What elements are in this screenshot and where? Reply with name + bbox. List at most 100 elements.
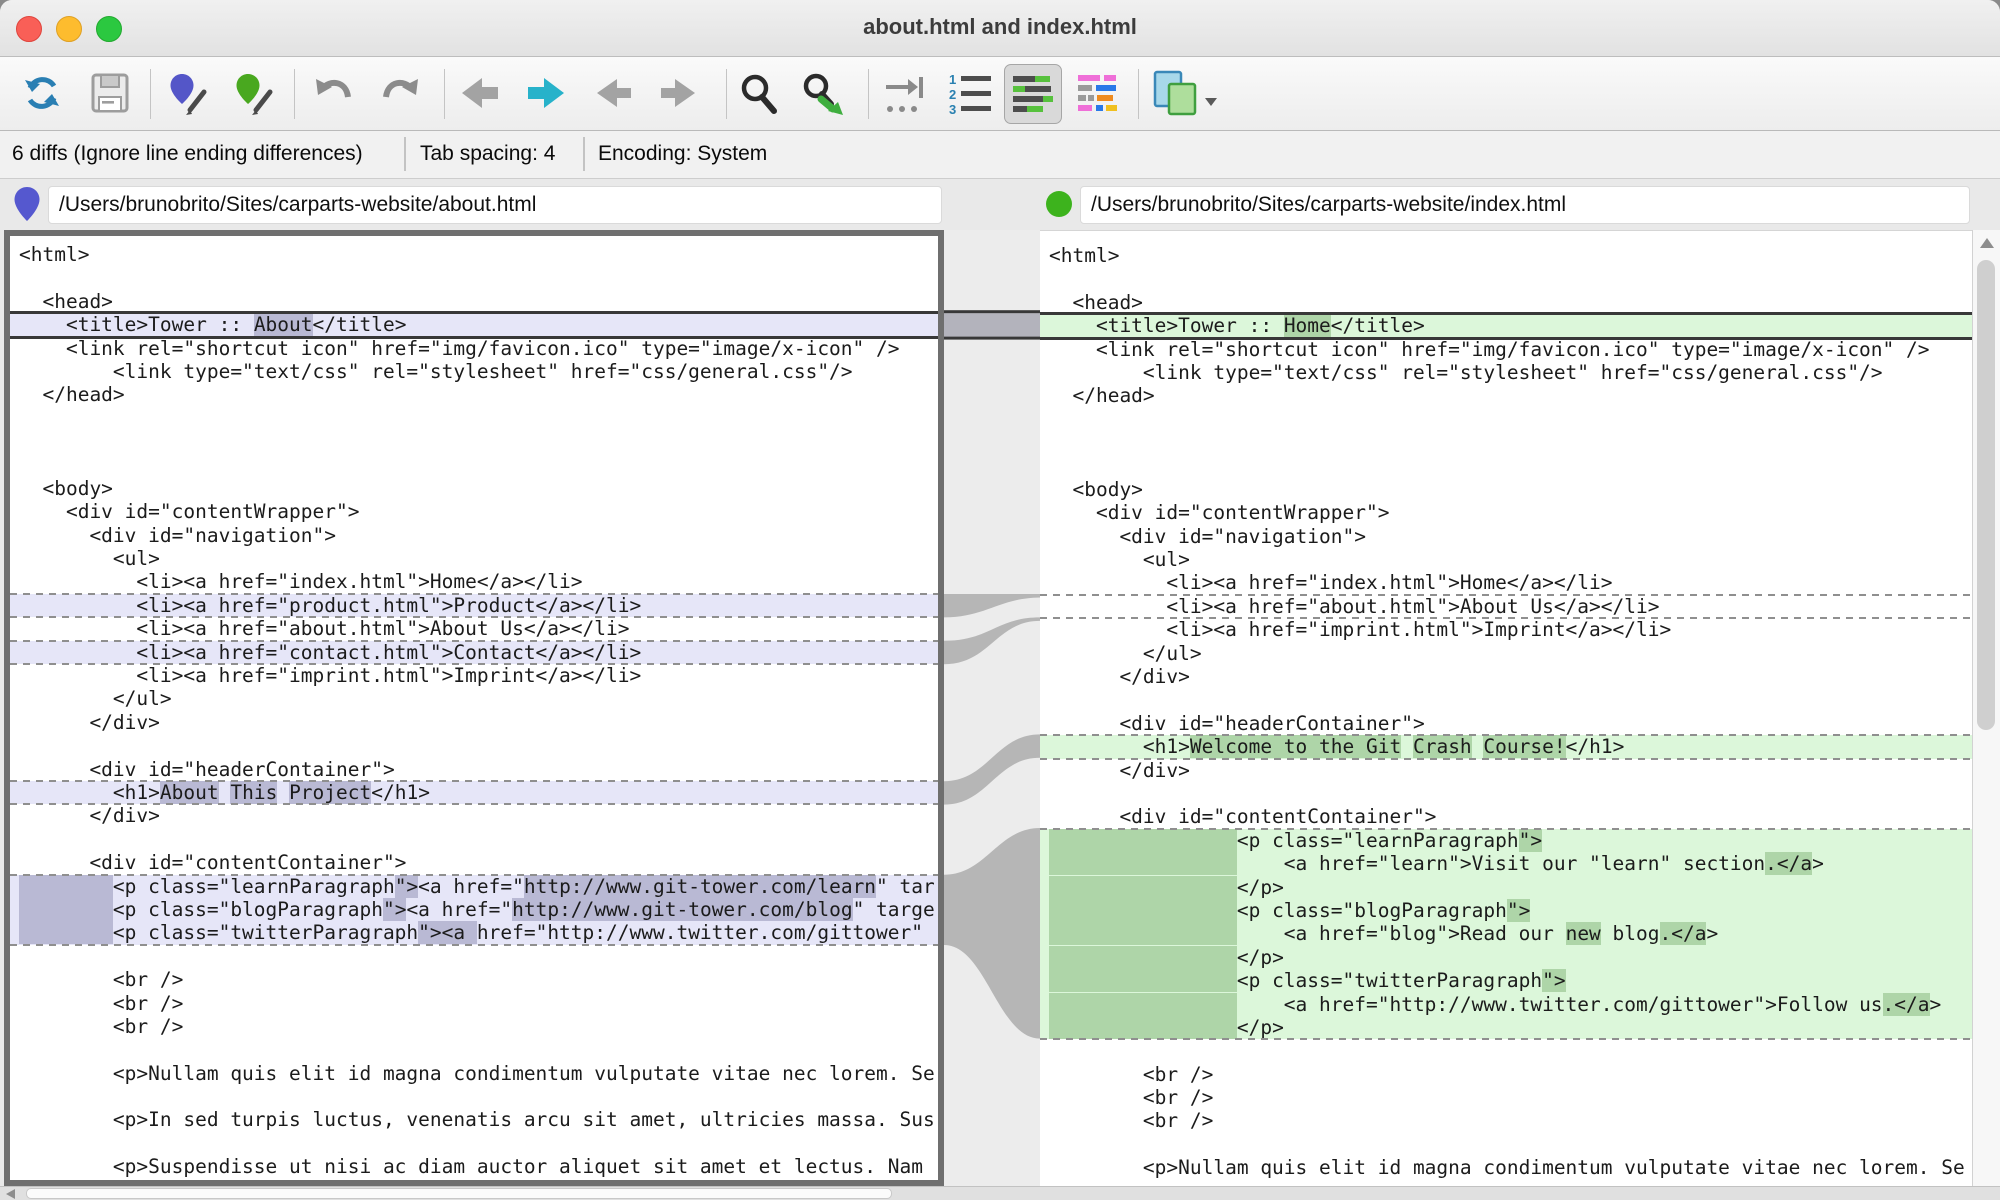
find-button[interactable] bbox=[730, 64, 786, 122]
code-line: <a href="http://www.twitter.com/gittower… bbox=[1040, 993, 1972, 1016]
code-line: <li><a href="index.html">Home</a></li> bbox=[10, 570, 938, 593]
status-bar: 6 diffs (Ignore line ending differences)… bbox=[0, 131, 2000, 179]
redo-button[interactable] bbox=[372, 64, 428, 122]
code-line: <li><a href="contact.html">Contact</a></… bbox=[10, 641, 938, 664]
code-line: <a href="blog">Read our new blog.</a> bbox=[1040, 922, 1972, 945]
code-line: <html> bbox=[1040, 244, 1972, 267]
code-line bbox=[10, 454, 938, 477]
code-line: <li><a href="imprint.html">Imprint</a></… bbox=[1040, 618, 1972, 641]
save-icon bbox=[89, 71, 131, 115]
redo-icon bbox=[378, 73, 422, 113]
code-line: <div id="contentContainer"> bbox=[10, 851, 938, 874]
code-line: </head> bbox=[10, 383, 938, 406]
code-line: <br /> bbox=[1040, 1109, 1972, 1132]
right-code: <html> <head> <title>Tower :: Home</titl… bbox=[1040, 231, 1972, 1180]
code-line bbox=[1040, 1133, 1972, 1156]
diffmerge-window: about.html and index.html bbox=[0, 0, 2000, 1200]
code-line: <title>Tower :: About</title> bbox=[10, 313, 938, 336]
toolbar-separator bbox=[868, 69, 869, 119]
undo-button[interactable] bbox=[306, 64, 362, 122]
code-line: <p class="blogParagraph"><a href="http:/… bbox=[10, 898, 938, 921]
code-line: </p> bbox=[1040, 876, 1972, 899]
connector-deleted-contact bbox=[944, 617, 1040, 664]
scroll-left-arrow-icon[interactable] bbox=[6, 1189, 15, 1199]
code-line: <link rel="shortcut icon" href="img/favi… bbox=[10, 337, 938, 360]
left-code: <html> <head> <title>Tower :: About</tit… bbox=[10, 236, 938, 1179]
toolbar-separator bbox=[726, 69, 727, 119]
left-file-path-field[interactable]: /Users/brunobrito/Sites/carparts-website… bbox=[48, 186, 942, 224]
code-line bbox=[10, 407, 938, 430]
code-line: <head> bbox=[1040, 291, 1972, 314]
code-line: <p class="blogParagraph"> bbox=[1040, 899, 1972, 922]
encoding-status: Encoding: System bbox=[598, 142, 767, 166]
show-whitespace-button[interactable] bbox=[876, 64, 932, 122]
prev-change-button[interactable] bbox=[452, 64, 508, 122]
line-numbers-icon: 1 2 3 bbox=[947, 71, 993, 115]
next-conflict-button[interactable] bbox=[650, 64, 706, 122]
line-numbers-button[interactable]: 1 2 3 bbox=[942, 64, 998, 122]
code-line: <body> bbox=[1040, 478, 1972, 501]
intraline-diffs-button[interactable] bbox=[1004, 64, 1062, 124]
code-line: <br /> bbox=[1040, 1086, 1972, 1109]
code-line bbox=[10, 1132, 938, 1155]
vertical-scrollbar-thumb[interactable] bbox=[1977, 260, 1995, 730]
search-icon bbox=[736, 71, 780, 115]
svg-text:2: 2 bbox=[949, 87, 956, 102]
code-line: <div id="headerContainer"> bbox=[1040, 712, 1972, 735]
code-line: </div> bbox=[1040, 759, 1972, 782]
toolbar-separator bbox=[294, 69, 295, 119]
code-line: <head> bbox=[10, 290, 938, 313]
code-line: <h1>Welcome to the Git Crash Course!</h1… bbox=[1040, 735, 1972, 758]
save-button[interactable] bbox=[82, 64, 138, 122]
diff-content-area: <html> <head> <title>Tower :: About</tit… bbox=[0, 230, 2000, 1186]
code-line: <p class="learnParagraph"> bbox=[1040, 829, 1972, 852]
diff-connectors bbox=[944, 230, 1040, 1186]
horizontal-scrollbar-thumb[interactable] bbox=[26, 1188, 892, 1199]
connector-current-title bbox=[944, 313, 1040, 336]
reference-view-button[interactable] bbox=[1146, 64, 1222, 122]
right-code-pane[interactable]: <html> <head> <title>Tower :: Home</titl… bbox=[1040, 230, 1972, 1186]
scroll-up-arrow-icon[interactable] bbox=[1980, 238, 1994, 248]
mark-left-button[interactable] bbox=[160, 64, 216, 122]
next-change-button[interactable] bbox=[518, 64, 574, 122]
code-line: </ul> bbox=[10, 687, 938, 710]
connector-changed-content bbox=[944, 828, 1040, 1039]
code-line: <br /> bbox=[1040, 1063, 1972, 1086]
code-line: <a href="learn">Visit our "learn" sectio… bbox=[1040, 852, 1972, 875]
code-line: <div id="navigation"> bbox=[10, 524, 938, 547]
diff-gutter bbox=[944, 230, 1040, 1186]
code-line: <html> bbox=[10, 243, 938, 266]
status-separator bbox=[404, 137, 406, 171]
horizontal-scrollbar[interactable] bbox=[0, 1186, 2000, 1200]
prev-conflict-button[interactable] bbox=[586, 64, 642, 122]
connector-changed-h1 bbox=[944, 734, 1040, 804]
code-line: <li><a href="about.html">About Us</a></l… bbox=[10, 617, 938, 640]
title-bar: about.html and index.html bbox=[0, 0, 2000, 57]
code-line bbox=[10, 430, 938, 453]
code-line: </div> bbox=[10, 804, 938, 827]
status-separator bbox=[583, 137, 585, 171]
code-line: <body> bbox=[10, 477, 938, 500]
file-path-row: /Users/brunobrito/Sites/carparts-website… bbox=[0, 179, 2000, 231]
right-file-path-field[interactable]: /Users/brunobrito/Sites/carparts-website… bbox=[1080, 186, 1970, 224]
code-line bbox=[10, 266, 938, 289]
code-line: <li><a href="index.html">Home</a></li> bbox=[1040, 571, 1972, 594]
arrow-left-icon bbox=[595, 75, 633, 111]
vertical-scrollbar[interactable] bbox=[1972, 230, 2000, 1186]
left-code-pane[interactable]: <html> <head> <title>Tower :: About</tit… bbox=[4, 230, 944, 1186]
code-line bbox=[1040, 431, 1972, 454]
code-line: </ul> bbox=[1040, 642, 1972, 665]
arrow-right-icon bbox=[659, 75, 697, 111]
code-line: <p class="twitterParagraph"> bbox=[1040, 969, 1972, 992]
arrow-right-icon bbox=[526, 75, 566, 111]
code-line: <p>Nullam quis elit id magna condimentum… bbox=[10, 1062, 938, 1085]
code-line: <ul> bbox=[10, 547, 938, 570]
code-line: <ul> bbox=[1040, 548, 1972, 571]
find-next-button[interactable] bbox=[794, 64, 850, 122]
reload-button[interactable] bbox=[14, 64, 70, 122]
mark-right-button[interactable] bbox=[226, 64, 282, 122]
deleted-lines-marker bbox=[1040, 594, 1972, 596]
rulesets-button[interactable] bbox=[1070, 64, 1126, 122]
svg-text:1: 1 bbox=[949, 72, 956, 87]
toolbar-separator bbox=[150, 69, 151, 119]
